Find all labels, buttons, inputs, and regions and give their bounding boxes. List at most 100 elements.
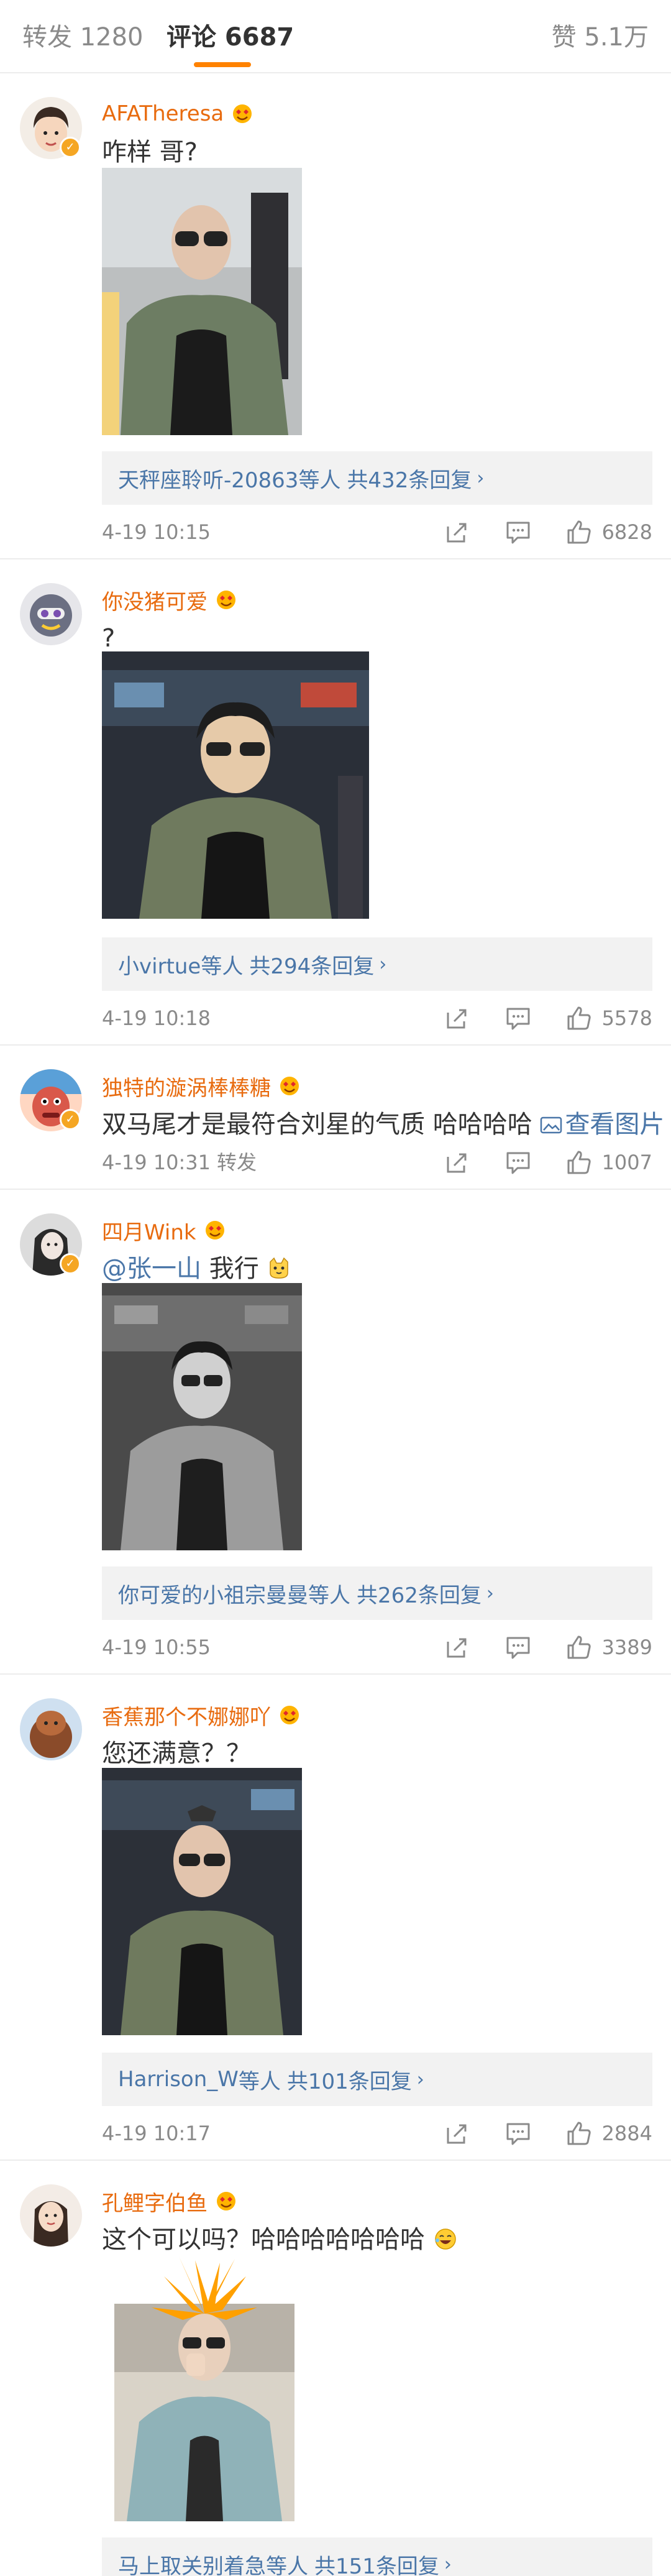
replies-total[interactable]: 共432条回复 <box>347 463 472 494</box>
heart-eyes-emoji-icon <box>203 1220 227 1241</box>
replies-preview[interactable]: 你可爱的小祖宗曼曼 等人 共262条回复 › <box>102 1566 652 1620</box>
comment-text: 咋样 哥? <box>102 138 198 167</box>
view-picture-label: 查看图片 <box>565 1110 665 1139</box>
username-row: 独特的漩涡棒棒糖 <box>102 1070 302 1102</box>
comment-icon[interactable] <box>504 2119 532 2148</box>
replies-total[interactable]: 共101条回复 <box>287 2064 412 2095</box>
comment-icon[interactable] <box>504 1004 532 1033</box>
replies-preview[interactable]: 马上取关别着急 等人 共151条回复 › <box>102 2537 652 2576</box>
comment-actions: 1007 <box>411 1148 652 1177</box>
comment-text-body: 双马尾才是最符合刘星的气质 哈哈哈哈 <box>102 1110 541 1139</box>
comment-item: ✓ 四月Wink @张一山 我行 你可爱的小祖宗曼曼 等人 共262条回复 › … <box>0 1190 671 1675</box>
replies-suffix: 等人 <box>201 954 244 979</box>
heart-eyes-emoji-icon <box>214 589 239 610</box>
username[interactable]: 香蕉那个不娜娜吖 <box>102 1700 271 1731</box>
comment-item: 香蕉那个不娜娜吖 您还满意？？ Harrison_W 等人 共101条回复 › … <box>0 1675 671 2161</box>
like-count: 5578 <box>601 1006 652 1030</box>
comment-icon[interactable] <box>504 518 532 546</box>
replies-total[interactable]: 共151条回复 <box>314 2549 439 2576</box>
replies-total[interactable]: 共294条回复 <box>249 949 374 980</box>
like-count: 1007 <box>601 1151 652 1174</box>
replies-preview[interactable]: Harrison_W 等人 共101条回复 › <box>102 2053 652 2106</box>
like-count: 3389 <box>601 1635 652 1659</box>
username[interactable]: AFATheresa <box>102 101 224 126</box>
username-row: 你没猪可爱 <box>102 584 239 615</box>
cat-emoji-icon <box>270 1257 289 1279</box>
like-count: 2884 <box>601 2122 652 2145</box>
thumbs-up-icon[interactable] <box>565 1148 593 1177</box>
thumbs-up-icon[interactable] <box>565 518 593 546</box>
thumbs-up-icon[interactable] <box>565 1004 593 1033</box>
replies-user[interactable]: 你可爱的小祖宗曼曼 <box>118 1578 308 1609</box>
thumbs-up-icon[interactable] <box>565 1633 593 1662</box>
username-row: 四月Wink <box>102 1215 227 1246</box>
username[interactable]: 独特的漩涡棒棒糖 <box>102 1071 271 1102</box>
repost-link[interactable]: 转发 <box>217 1151 257 1174</box>
verified-badge-icon: ✓ <box>60 1109 81 1130</box>
tab-reposts[interactable]: 转发 1280 <box>22 22 144 52</box>
like-count: 6828 <box>601 520 652 544</box>
comment-icon[interactable] <box>504 1148 532 1177</box>
comment-item: 你没猪可爱 ? 小virtue 等人 共294条回复 › 4-19 10:18 … <box>0 559 671 1046</box>
share-icon[interactable] <box>443 518 472 546</box>
laughing-emoji-icon <box>434 2229 456 2250</box>
comment-text: 这个可以吗？哈哈哈哈哈哈哈 <box>102 2222 458 2258</box>
replies-suffix: 等人 <box>308 1583 350 1608</box>
comment-actions: 5578 <box>411 1003 652 1033</box>
heart-eyes-emoji-icon <box>230 103 255 124</box>
avatar[interactable] <box>20 1698 82 1760</box>
replies-suffix: 等人 <box>298 467 341 493</box>
mention-link[interactable]: @张一山 <box>102 1254 201 1283</box>
comment-time: 4-19 10:18 <box>102 1006 211 1030</box>
thumbs-up-icon[interactable] <box>565 2119 593 2148</box>
replies-preview[interactable]: 天秤座聆听-20863 等人 共432条回复 › <box>102 451 652 505</box>
heart-eyes-emoji-icon <box>277 1704 302 1726</box>
comment-time: 4-19 10:31 <box>102 1151 211 1174</box>
replies-user[interactable]: Harrison_W <box>118 2067 239 2092</box>
tab-likes[interactable]: 赞 5.1万 <box>552 22 649 52</box>
comment-photo[interactable] <box>102 168 302 435</box>
verified-badge-icon: ✓ <box>60 137 81 158</box>
comment-item: ✓ AFATheresa 咋样 哥? 天秤座聆听-20863 等人 共432条回… <box>0 73 671 559</box>
comment-text-body: 这个可以吗？哈哈哈哈哈哈哈 <box>102 2225 425 2254</box>
picture-icon <box>541 1116 562 1134</box>
chevron-right-icon: › <box>416 2068 424 2091</box>
comment-item: 孔鲤字伯鱼 这个可以吗？哈哈哈哈哈哈哈 马上取关别着急 等人 共151条回复 › <box>0 2161 671 2576</box>
avatar[interactable] <box>20 583 82 645</box>
replies-suffix: 等人 <box>266 2554 308 2576</box>
comment-text: @张一山 我行 <box>102 1251 291 1287</box>
heart-eyes-emoji-icon <box>277 1075 302 1097</box>
tab-comments[interactable]: 评论 6687 <box>167 22 294 52</box>
avatar[interactable] <box>20 2184 82 2247</box>
comment-meta: 4-19 10:31 转发 <box>102 1150 257 1175</box>
verified-badge-icon: ✓ <box>60 1253 81 1274</box>
replies-user[interactable]: 马上取关别着急 <box>118 2549 266 2576</box>
comment-photo[interactable] <box>102 2254 307 2521</box>
comment-photo[interactable] <box>102 1768 302 2035</box>
replies-user[interactable]: 小virtue <box>118 949 201 980</box>
comment-icon[interactable] <box>504 1633 532 1662</box>
comment-text: 双马尾才是最符合刘星的气质 哈哈哈哈 查看图片 <box>102 1106 664 1143</box>
comment-item: ✓ 独特的漩涡棒棒糖 双马尾才是最符合刘星的气质 哈哈哈哈 查看图片 4-19 … <box>0 1046 671 1190</box>
comment-actions: 2884 <box>411 2118 652 2148</box>
share-icon[interactable] <box>443 2119 472 2148</box>
replies-preview[interactable]: 小virtue 等人 共294条回复 › <box>102 937 652 991</box>
chevron-right-icon: › <box>444 2553 452 2575</box>
share-icon[interactable] <box>443 1633 472 1662</box>
comment-actions: 3389 <box>411 1632 652 1662</box>
comment-time: 4-19 10:55 <box>102 1635 211 1659</box>
share-icon[interactable] <box>443 1004 472 1033</box>
comment-photo[interactable] <box>102 651 369 919</box>
replies-suffix: 等人 <box>238 2069 281 2094</box>
replies-total[interactable]: 共262条回复 <box>357 1578 482 1609</box>
share-icon[interactable] <box>443 1148 472 1177</box>
replies-user[interactable]: 天秤座聆听-20863 <box>118 463 298 494</box>
chevron-right-icon: › <box>486 1582 494 1604</box>
username[interactable]: 你没猪可爱 <box>102 585 208 615</box>
view-picture-link[interactable]: 查看图片 <box>540 1110 664 1139</box>
comment-text: 您还满意？？ <box>102 1739 251 1768</box>
comment-photo[interactable] <box>102 1283 302 1550</box>
username[interactable]: 孔鲤字伯鱼 <box>102 2186 208 2217</box>
username[interactable]: 四月Wink <box>102 1215 196 1246</box>
comment-text-body: 我行 <box>201 1254 259 1283</box>
